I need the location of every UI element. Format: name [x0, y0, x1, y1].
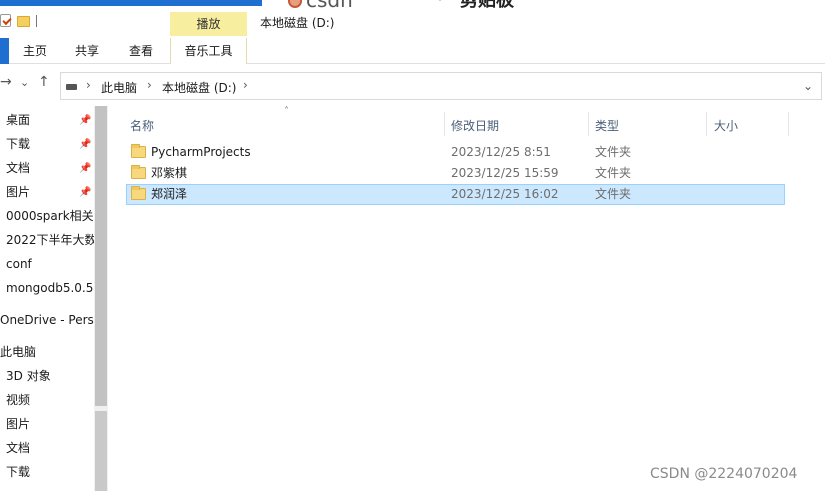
- drive-icon: [66, 84, 77, 90]
- window-title: 本地磁盘 (D:): [260, 16, 335, 30]
- new-folder-icon[interactable]: [17, 16, 30, 27]
- sidebar-item-downloads-pc[interactable]: 下载: [6, 461, 30, 483]
- column-header-name[interactable]: 名称: [130, 110, 154, 138]
- folder-icon: [131, 165, 146, 179]
- sidebar-item-videos[interactable]: 视频: [6, 389, 30, 411]
- sidebar-item-3d-objects[interactable]: 3D 对象: [6, 365, 51, 387]
- chevron-left-icon: ‹: [436, 0, 442, 6]
- file-name: 邓紫棋: [151, 166, 188, 180]
- sidebar-item-label: 图片: [6, 185, 31, 199]
- sidebar-item-pictures-pc[interactable]: 图片: [6, 413, 30, 435]
- sidebar-item-2022-bigdata[interactable]: 2022下半年大数: [6, 229, 94, 251]
- table-row[interactable]: PycharmProjects 2023/12/25 8:51 文件夹: [126, 142, 785, 163]
- watermark: CSDN @2224070204: [650, 466, 798, 482]
- breadcrumb-separator-icon[interactable]: ›: [147, 78, 152, 92]
- sidebar-item-label: 视频: [6, 393, 31, 407]
- sidebar-item-label: 此电脑: [0, 345, 37, 359]
- table-row-selected[interactable]: 郑润泽 2023/12/25 16:02 文件夹: [126, 184, 785, 205]
- sidebar-item-label: mongodb5.0.5: [6, 281, 94, 295]
- navigation-pane: 桌面 📌 下载 📌 文档 📌 图片 📌 0000spark相关 2022下半年大…: [0, 106, 94, 491]
- sidebar-item-downloads[interactable]: 下载: [6, 133, 30, 155]
- sidebar-item-label: 文档: [6, 161, 31, 175]
- sidebar-item-label: 文档: [6, 441, 31, 455]
- recent-locations-chevron-icon[interactable]: ⌄: [20, 76, 29, 89]
- context-tab-group-play[interactable]: 播放: [170, 12, 247, 36]
- pin-icon[interactable]: 📌: [79, 115, 91, 126]
- address-bar[interactable]: › 此电脑 › 本地磁盘 (D:) › ⌄: [60, 72, 822, 100]
- qat-separator: [36, 14, 37, 27]
- file-date: 2023/12/25 8:51: [451, 145, 551, 159]
- sidebar-item-documents-pc[interactable]: 文档: [6, 437, 30, 459]
- overlay-top-right: ‹ 剪贴板: [436, 0, 556, 8]
- pin-icon[interactable]: 📌: [79, 187, 91, 198]
- pin-icon[interactable]: 📌: [79, 139, 91, 150]
- folder-icon: [131, 144, 146, 158]
- folder-icon: [131, 186, 146, 200]
- quick-access-toolbar: [0, 14, 37, 27]
- file-date: 2023/12/25 15:59: [451, 166, 559, 180]
- sidebar-item-label: 桌面: [6, 113, 31, 127]
- forward-arrow-icon[interactable]: →: [0, 74, 12, 90]
- sidebar-item-conf[interactable]: conf: [6, 253, 32, 275]
- file-name: 郑润泽: [151, 187, 188, 201]
- sidebar-item-label: 3D 对象: [6, 369, 51, 383]
- breadcrumb-drive-d[interactable]: 本地磁盘 (D:): [162, 79, 236, 96]
- column-divider[interactable]: [444, 112, 445, 136]
- avatar-icon: [288, 0, 302, 8]
- tab-view[interactable]: 查看: [122, 38, 160, 64]
- title-bar: csdn ‹ 剪贴板 播放 本地磁盘 (D:): [0, 0, 825, 40]
- up-arrow-icon[interactable]: ↑: [38, 74, 50, 90]
- sidebar-item-desktop[interactable]: 桌面: [6, 109, 30, 131]
- column-header-date[interactable]: 修改日期: [451, 110, 499, 138]
- file-type: 文件夹: [595, 145, 632, 159]
- file-type: 文件夹: [595, 166, 632, 180]
- sidebar-item-mongodb[interactable]: mongodb5.0.5: [6, 277, 93, 299]
- breadcrumb-separator-icon[interactable]: ›: [243, 78, 248, 92]
- sidebar-item-label: 下载: [6, 465, 31, 479]
- column-headers: ˄ 名称 修改日期 类型 大小: [108, 106, 825, 138]
- tab-share[interactable]: 共享: [68, 38, 106, 64]
- address-dropdown-chevron-icon[interactable]: ⌄: [803, 79, 813, 93]
- pin-icon[interactable]: 📌: [79, 163, 91, 174]
- table-row[interactable]: 邓紫棋 2023/12/25 15:59 文件夹: [126, 163, 785, 184]
- column-divider[interactable]: [588, 112, 589, 136]
- file-date: 2023/12/25 16:02: [451, 187, 559, 201]
- navigation-bar: → ⌄ ↑ › 此电脑 › 本地磁盘 (D:) › ⌄: [0, 68, 825, 102]
- sidebar-item-label: 0000spark相关: [6, 209, 94, 223]
- sidebar-scrollbar[interactable]: [94, 106, 108, 491]
- breadcrumb-this-pc[interactable]: 此电脑: [101, 79, 137, 96]
- breadcrumb-separator-icon[interactable]: ›: [86, 78, 91, 92]
- column-divider[interactable]: [706, 112, 707, 136]
- sidebar-item-label: conf: [6, 257, 32, 271]
- sidebar-item-onedrive[interactable]: OneDrive - Perso: [0, 309, 94, 331]
- title-accent-bar: [0, 0, 262, 6]
- file-tab[interactable]: [0, 38, 9, 64]
- sidebar-item-this-pc[interactable]: 此电脑: [0, 341, 36, 363]
- sidebar-item-label: 图片: [6, 417, 31, 431]
- file-type: 文件夹: [595, 187, 632, 201]
- sidebar-item-label: 2022下半年大数: [6, 233, 94, 247]
- sort-ascending-icon: ˄: [284, 106, 289, 117]
- sidebar-item-spark[interactable]: 0000spark相关: [6, 205, 94, 227]
- sidebar-item-label: 下载: [6, 137, 31, 151]
- tab-home[interactable]: 主页: [16, 38, 54, 64]
- csdn-overlay-logo: csdn: [288, 0, 368, 8]
- sidebar-item-label: OneDrive - Perso: [0, 313, 94, 327]
- ribbon-tabs: 主页 共享 查看 音乐工具: [0, 38, 825, 64]
- sidebar-item-pictures[interactable]: 图片: [6, 181, 30, 203]
- tab-music-tools[interactable]: 音乐工具: [171, 38, 246, 64]
- column-divider[interactable]: [788, 112, 789, 136]
- column-header-type[interactable]: 类型: [595, 110, 619, 138]
- overlay-top-right-text: 剪贴板: [460, 0, 514, 8]
- column-header-size[interactable]: 大小: [714, 110, 738, 138]
- csdn-overlay-text: csdn: [306, 0, 353, 8]
- sidebar-scrollbar-thumb[interactable]: [95, 106, 107, 406]
- sidebar-scrollbar-track-lower[interactable]: [95, 411, 107, 491]
- properties-icon[interactable]: [0, 14, 11, 27]
- file-name: PycharmProjects: [151, 145, 251, 159]
- sidebar-item-documents[interactable]: 文档: [6, 157, 30, 179]
